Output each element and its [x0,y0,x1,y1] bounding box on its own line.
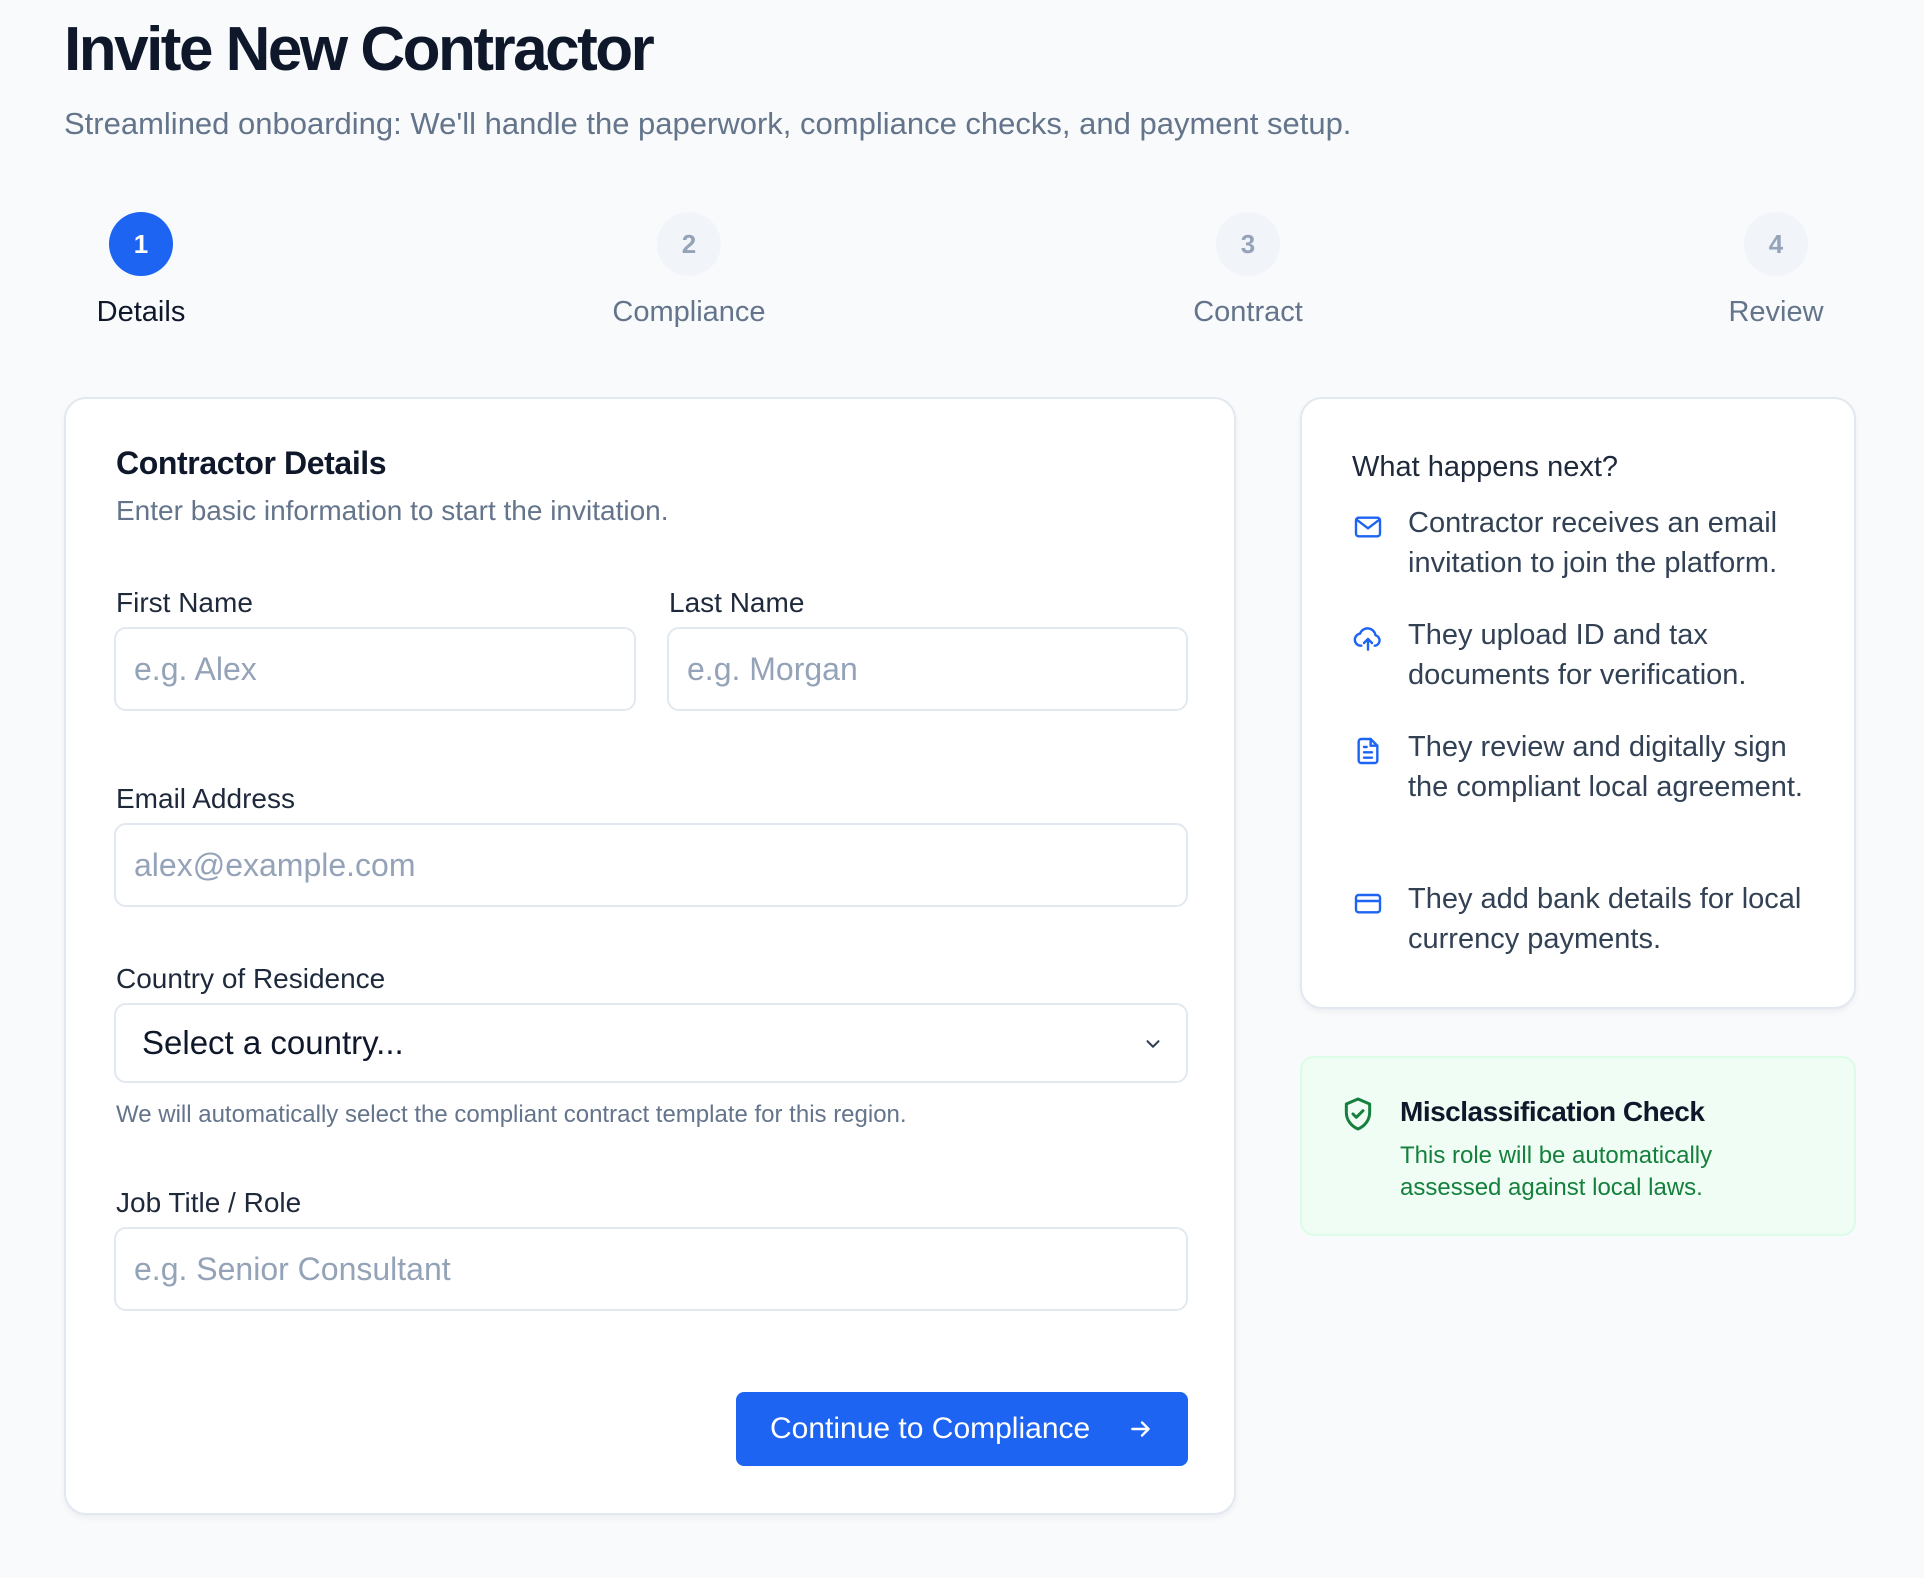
step-number: 2 [657,212,721,276]
first-name-input[interactable] [114,627,636,711]
step-label: Compliance [612,296,766,328]
next-step-text: Contractor receives an email invitation … [1408,507,1778,579]
credit-card-icon [1354,893,1382,914]
step-details[interactable]: 1 Details [41,212,241,329]
alert-text: This role will be automatically assessed… [1400,1142,1713,1201]
misclassification-alert: Misclassification Check This role will b… [1300,1056,1856,1236]
first-name-label: First Name [116,587,253,618]
next-step-item: They add bank details for local currency… [1352,879,1832,959]
next-steps-card: What happens next? Contractor receives a… [1300,397,1856,1009]
document-icon [1357,737,1379,765]
step-compliance[interactable]: 2 Compliance [589,212,789,329]
cloud-upload-icon [1353,627,1381,651]
country-label: Country of Residence [116,963,386,994]
step-number: 1 [109,212,173,276]
step-number: 3 [1216,212,1280,276]
mail-icon [1354,516,1382,538]
next-step-text: They add bank details for local currency… [1408,883,1802,955]
next-steps-title: What happens next? [1352,451,1619,483]
contractor-details-card: Contractor Details Enter basic informati… [64,397,1236,1515]
country-helper-text: We will automatically select the complia… [116,1101,907,1128]
country-select[interactable]: Select a country... [114,1003,1188,1083]
next-step-item: Contractor receives an email invitation … [1352,503,1832,583]
chevron-down-icon [1146,1040,1160,1048]
next-step-text: They review and digitally sign the compl… [1408,731,1803,803]
next-step-item: They upload ID and tax documents for ver… [1352,615,1832,695]
last-name-label: Last Name [669,587,805,618]
step-number: 4 [1744,212,1808,276]
job-title-label: Job Title / Role [116,1187,302,1218]
step-label: Review [1728,296,1824,328]
job-title-input[interactable] [114,1227,1188,1311]
shield-check-icon [1344,1097,1372,1131]
step-review[interactable]: 4 Review [1676,212,1876,329]
page-title: Invite New Contractor [64,15,655,84]
card-description: Enter basic information to start the inv… [116,495,669,526]
page-subtitle: Streamlined onboarding: We'll handle the… [64,106,1352,141]
step-contract[interactable]: 3 Contract [1148,212,1348,329]
continue-button-label: Continue to Compliance [770,1412,1091,1445]
continue-to-compliance-button[interactable]: Continue to Compliance [736,1392,1188,1466]
step-label: Contract [1193,296,1303,328]
step-label: Details [96,296,186,328]
next-step-text: They upload ID and tax documents for ver… [1408,619,1747,691]
last-name-input[interactable] [667,627,1188,711]
arrow-right-icon [1131,1421,1150,1437]
email-label: Email Address [116,783,295,814]
alert-title: Misclassification Check [1400,1096,1705,1127]
next-step-item: They review and digitally sign the compl… [1352,727,1832,807]
card-title: Contractor Details [116,445,387,481]
country-select-value: Select a country... [142,1024,404,1061]
email-input[interactable] [114,823,1188,907]
